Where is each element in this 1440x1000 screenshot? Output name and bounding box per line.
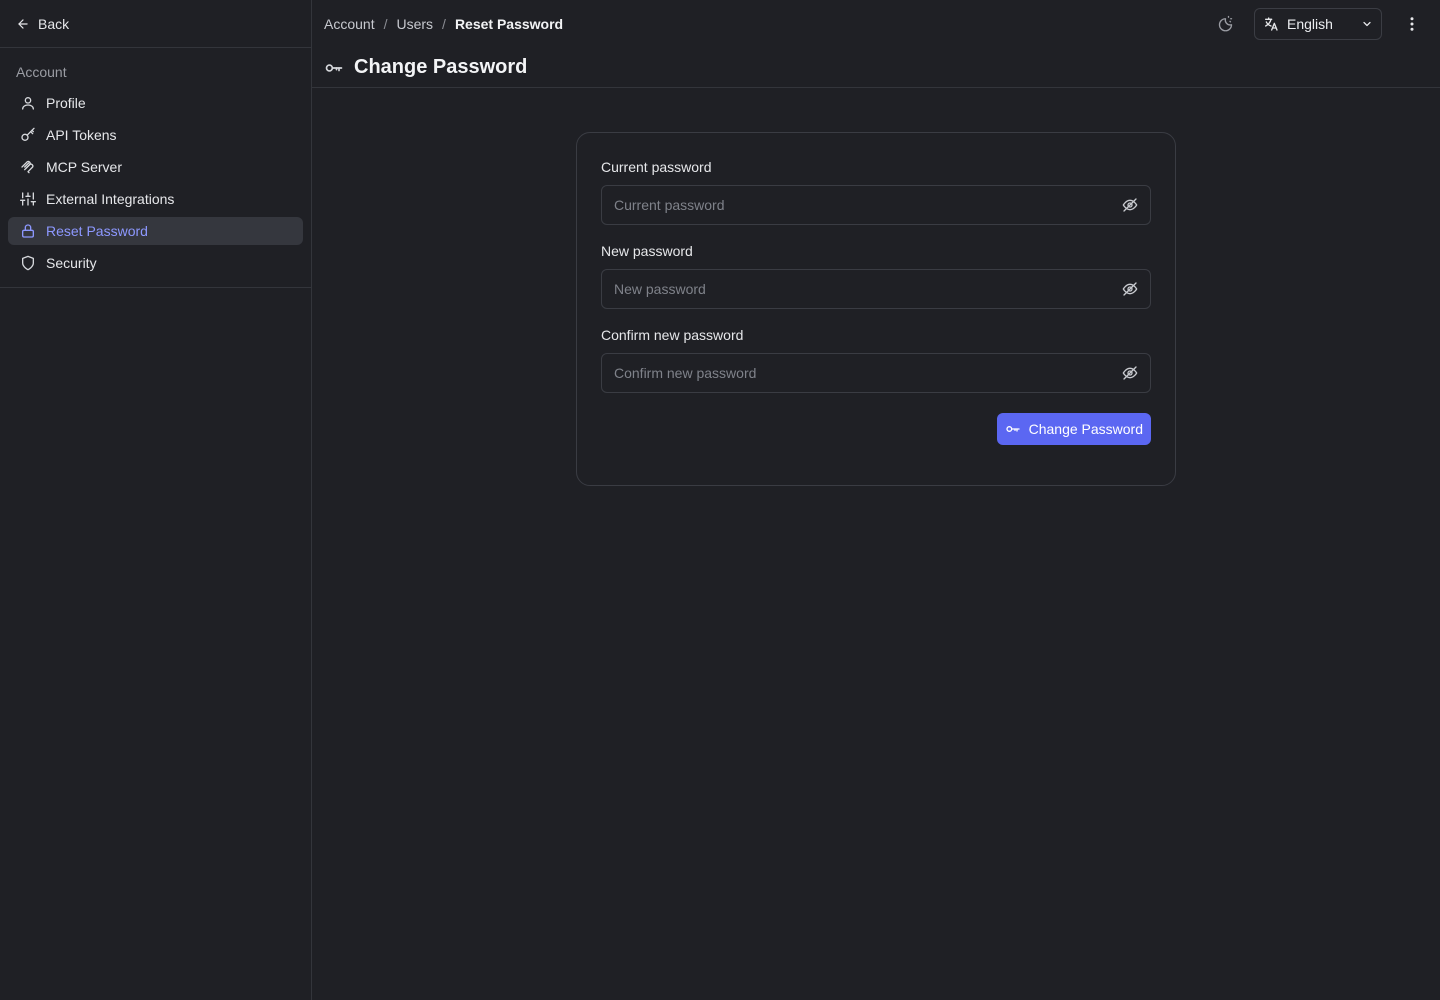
sidebar-item-label: Reset Password: [46, 223, 148, 239]
arrow-left-icon: [18, 18, 28, 29]
eye-off-icon[interactable]: [1122, 197, 1138, 213]
current-password-label: Current password: [601, 159, 712, 175]
confirm-password-label: Confirm new password: [601, 327, 744, 343]
topbar-actions: English: [1210, 8, 1426, 40]
sidebar: Back Account Profile API Tokens MCP Serv…: [0, 0, 312, 1000]
user-icon: [22, 97, 34, 110]
theme-toggle-button[interactable]: [1210, 10, 1238, 38]
language-value: English: [1287, 16, 1333, 32]
main-area: Account / Users / Reset Password English: [312, 0, 1440, 1000]
sidebar-item-api-tokens[interactable]: API Tokens: [8, 121, 303, 149]
new-password-field: [601, 269, 1151, 309]
page-title: Change Password: [354, 56, 528, 78]
eye-off-icon[interactable]: [1122, 281, 1138, 297]
new-password-input[interactable]: [614, 281, 1122, 297]
change-password-button-label: Change Password: [1028, 421, 1143, 437]
confirm-password-input[interactable]: [614, 365, 1122, 381]
sidebar-item-label: Security: [46, 255, 97, 271]
breadcrumb-separator: /: [442, 16, 446, 32]
key-round-icon: [1005, 426, 1020, 432]
breadcrumb-users[interactable]: Users: [396, 16, 433, 32]
sidebar-item-label: MCP Server: [46, 159, 122, 175]
new-password-label: New password: [601, 243, 693, 259]
moon-icon: [1218, 15, 1233, 32]
current-password-input[interactable]: [614, 197, 1122, 213]
mcp-icon: [21, 160, 34, 174]
app: Back Account Profile API Tokens MCP Serv…: [0, 0, 1440, 1000]
topbar: Account / Users / Reset Password English: [312, 0, 1440, 48]
breadcrumb-current: Reset Password: [454, 16, 564, 32]
sidebar-item-label: Profile: [46, 95, 86, 111]
breadcrumb: Account / Users / Reset Password: [324, 16, 563, 32]
sidebar-item-reset-password[interactable]: Reset Password: [8, 217, 303, 245]
content-area: Current password New password Confirm ne…: [312, 88, 1440, 1000]
chevron-down-icon: [1363, 21, 1371, 27]
sidebar-item-security[interactable]: Security: [8, 249, 303, 277]
shield-icon: [22, 255, 34, 271]
change-password-form: Current password New password Confirm ne…: [576, 132, 1176, 486]
form-actions: Change Password: [601, 413, 1151, 445]
key-round-icon: [325, 63, 343, 72]
more-options-button[interactable]: [1398, 10, 1426, 38]
breadcrumb-account[interactable]: Account: [324, 16, 375, 32]
breadcrumb-separator: /: [383, 16, 388, 32]
current-password-field: [601, 185, 1151, 225]
confirm-password-field: [601, 353, 1151, 393]
sidebar-section-account: Account Profile API Tokens MCP Server Ex…: [0, 48, 311, 288]
back-label: Back: [38, 15, 70, 32]
eye-off-icon[interactable]: [1122, 365, 1138, 381]
page-header: Change Password: [312, 48, 1440, 88]
back-button[interactable]: Back: [0, 0, 311, 48]
sidebar-item-profile[interactable]: Profile: [8, 89, 303, 117]
key-icon: [21, 127, 35, 141]
translate-icon: [1265, 17, 1278, 31]
sidebar-item-external-integrations[interactable]: External Integrations: [8, 185, 303, 213]
more-vertical-icon: [1410, 17, 1414, 31]
sidebar-item-label: External Integrations: [46, 191, 175, 207]
language-select[interactable]: English: [1254, 8, 1382, 40]
sliders-icon: [20, 192, 36, 206]
sidebar-item-mcp-server[interactable]: MCP Server: [8, 153, 303, 181]
sidebar-heading: Account: [16, 64, 67, 80]
sidebar-item-label: API Tokens: [46, 127, 117, 143]
lock-icon: [22, 224, 34, 238]
change-password-button[interactable]: Change Password: [996, 413, 1151, 445]
